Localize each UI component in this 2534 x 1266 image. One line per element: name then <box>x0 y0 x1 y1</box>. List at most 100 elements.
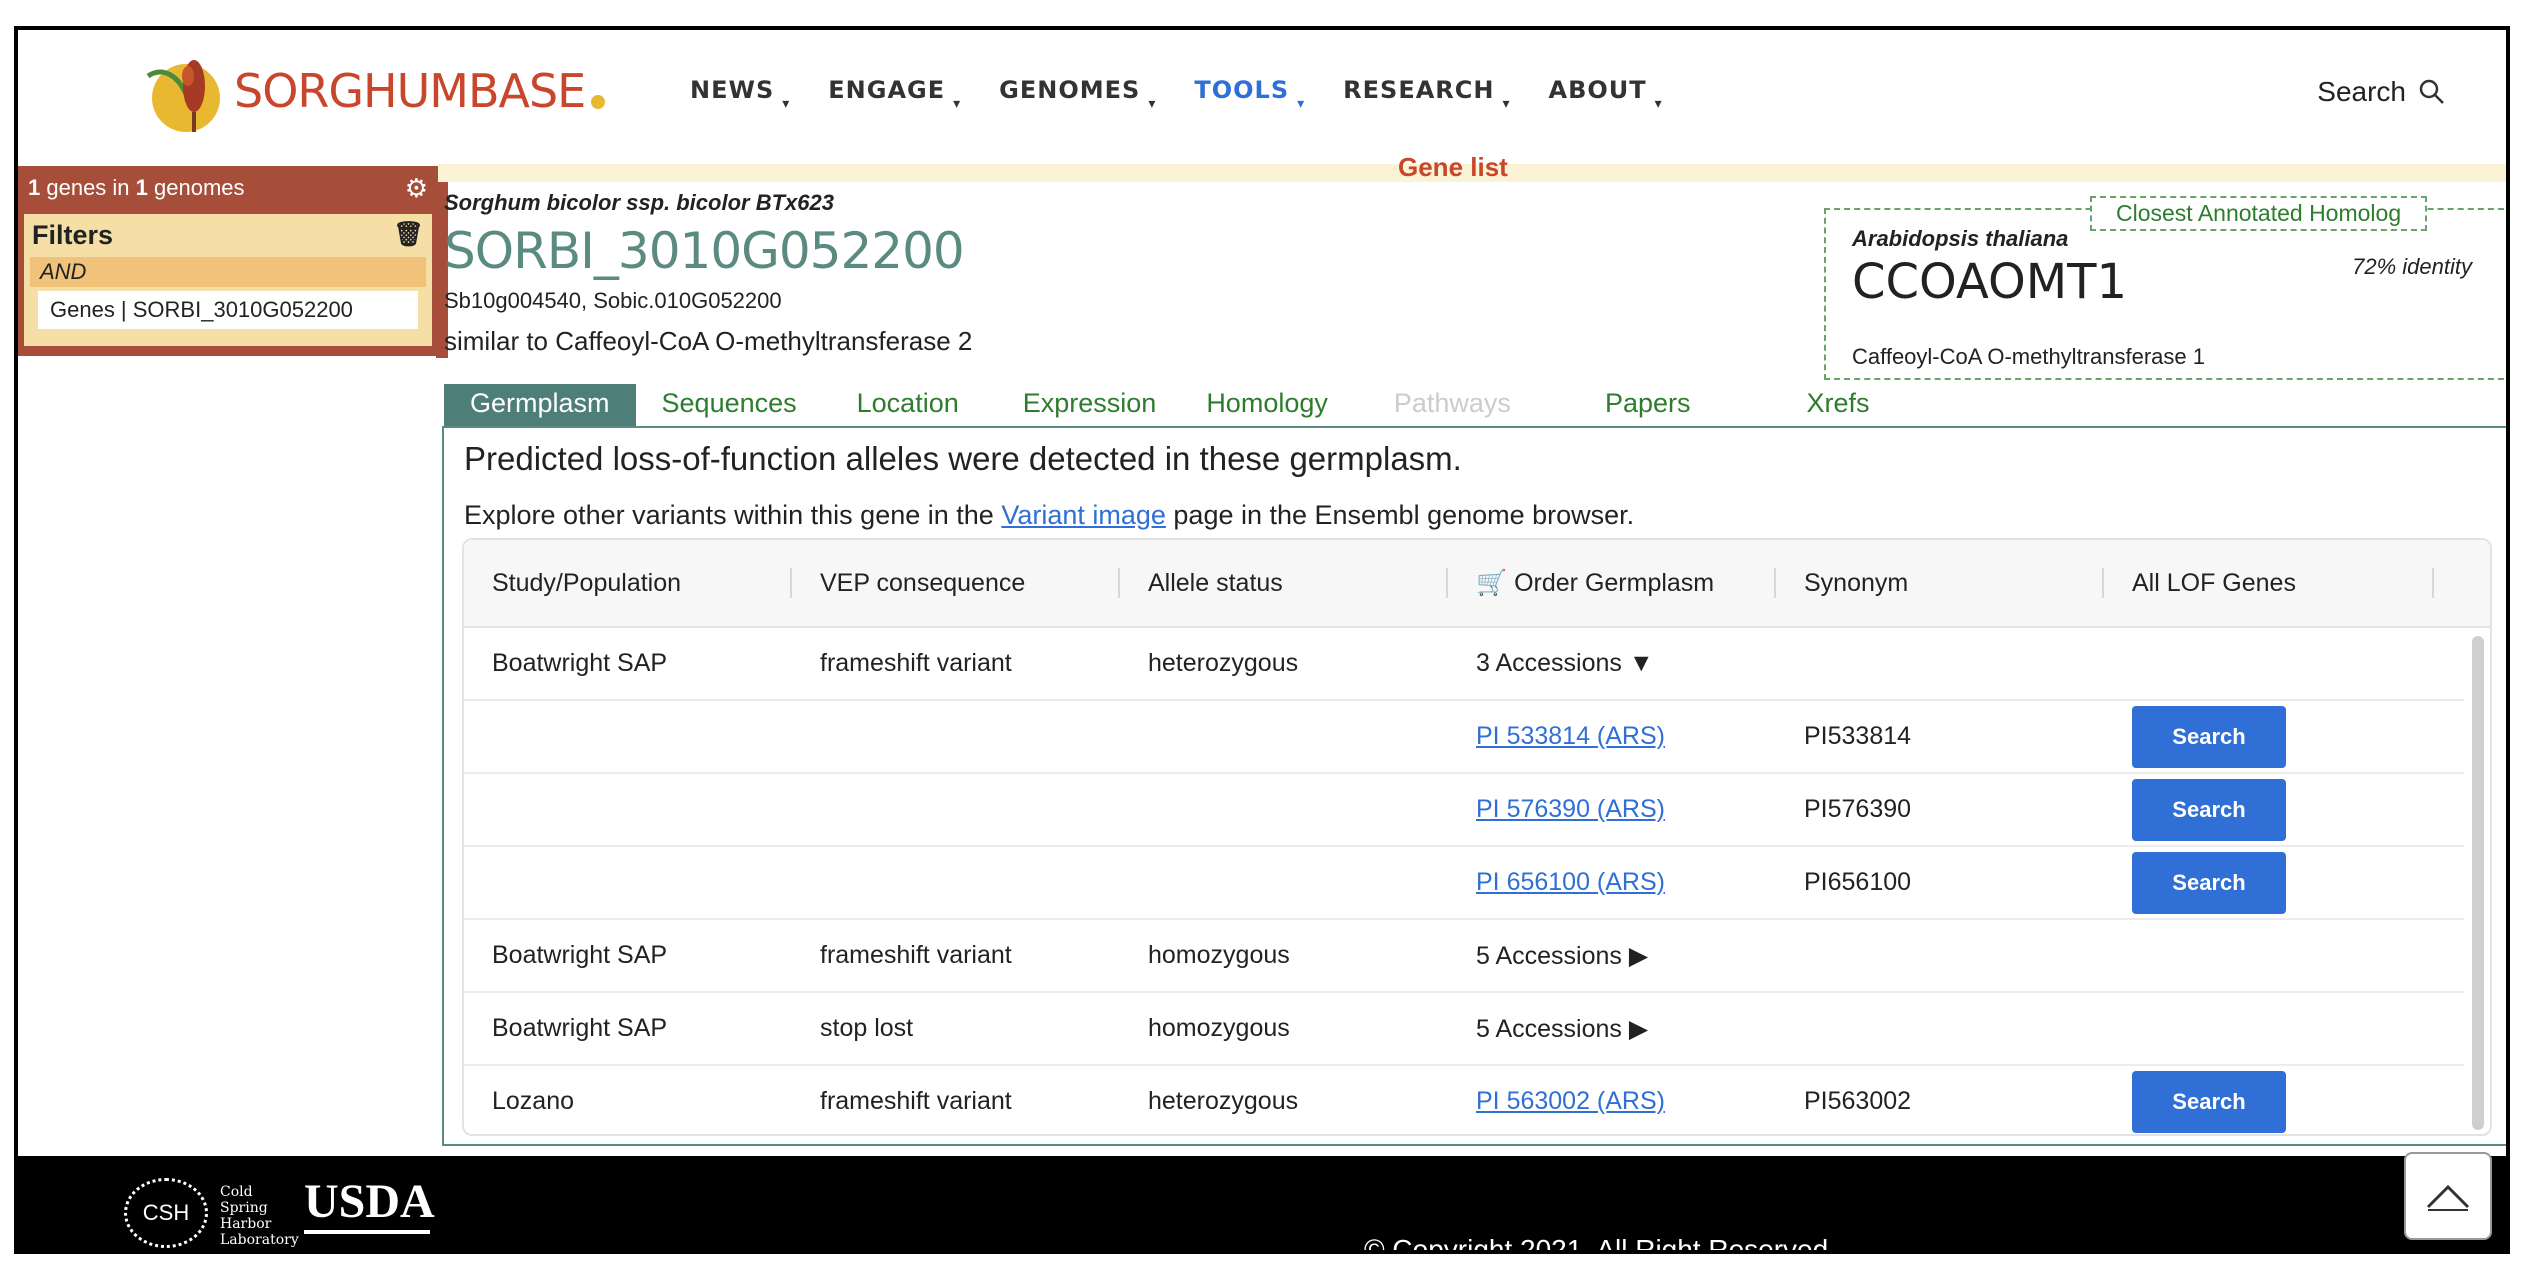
genes-text: genes in <box>40 175 136 200</box>
cell-study: Boatwright SAP <box>492 941 668 969</box>
tab-expression[interactable]: Expression <box>985 384 1183 426</box>
nav-news[interactable]: NEWS ▾ <box>690 76 790 112</box>
nav-research[interactable]: RESEARCH ▾ <box>1343 76 1510 112</box>
accession-link[interactable]: PI 576390 (ARS) <box>1476 795 1665 823</box>
usda-logo-lines <box>304 1230 430 1250</box>
table-row: Boatwright SAP frameshift variant hetero… <box>464 628 2464 701</box>
germplasm-heading: Predicted loss-of-function alleles were … <box>464 440 1462 477</box>
tab-pathways: Pathways <box>1393 388 1511 418</box>
site-header: SORGHUMBASE NEWS ▾ ENGAGE ▾ GENOMES ▾ TOOLS… <box>18 30 2506 160</box>
gene-header: Sorghum bicolor ssp. bicolor BTx623 SORB… <box>444 190 972 357</box>
main-nav: NEWS ▾ ENGAGE ▾ GENOMES ▾ TOOLS ▾ RESEARCH ▾ … <box>690 76 1701 112</box>
accession-link[interactable]: PI 533814 (ARS) <box>1476 722 1665 750</box>
col-synonym[interactable]: Synonym <box>1776 568 2104 598</box>
sorghum-logo-icon <box>138 46 228 136</box>
accessions-toggle[interactable]: 3 Accessions ▼ <box>1448 649 1776 678</box>
nav-about-label: ABOUT <box>1548 76 1647 104</box>
col-vep[interactable]: VEP consequence <box>792 568 1120 598</box>
csh-text-line: Cold <box>220 1184 253 1200</box>
chevron-down-icon: ▾ <box>782 96 791 112</box>
cell-order: PI 563002 (ARS) <box>1448 1087 1776 1116</box>
homolog-description: Caffeoyl-CoA O-methyltransferase 1 <box>1852 344 2205 369</box>
cell-order: PI 656100 (ARS) <box>1448 868 1776 897</box>
filters-box: Filters 🗑 AND Genes | SORBI_3010G052200 <box>24 214 432 346</box>
copyright-text: © Copyright 2021. All Right Reserved <box>1364 1234 1829 1254</box>
csh-text-line: Laboratory <box>220 1232 299 1248</box>
search-lof-button[interactable]: Search <box>2132 1070 2286 1133</box>
tab-sequences[interactable]: Sequences <box>636 384 823 426</box>
tab-homology[interactable]: Homology <box>1182 384 1354 426</box>
logo-text: SORGHUMBASE <box>234 64 586 118</box>
homolog-symbol[interactable]: CCOAOMT1 <box>1852 254 2127 310</box>
search-lof-button[interactable]: Search <box>2132 705 2286 768</box>
search-icon <box>2419 79 2444 104</box>
gene-description: similar to Caffeoyl-CoA O-methyltransfer… <box>444 326 973 356</box>
accessions-toggle[interactable]: 5 Accessions ▶ <box>1448 1014 1776 1044</box>
trash-icon[interactable]: 🗑 <box>394 220 424 251</box>
site-logo[interactable]: SORGHUMBASE <box>138 46 606 136</box>
site-footer: CSH Cold Spring Harbor Laboratory USDA ©… <box>18 1152 2506 1254</box>
cell-order: PI 576390 (ARS) <box>1448 795 1776 824</box>
nav-tools-label: TOOLS <box>1194 76 1290 104</box>
gene-species: Sorghum bicolor ssp. bicolor BTx623 <box>444 190 834 215</box>
cell-allele: homozygous <box>1148 941 1290 969</box>
gene-aliases: Sb10g004540, Sobic.010G052200 <box>444 288 782 313</box>
chevron-down-icon: ▾ <box>1654 96 1663 112</box>
table-row: PI 576390 (ARS) PI576390 Search <box>464 774 2464 847</box>
nav-genomes-label: GENOMES <box>999 76 1141 104</box>
filter-gene-item[interactable]: Genes | SORBI_3010G052200 <box>38 291 418 329</box>
usda-logo[interactable]: USDA <box>304 1174 435 1229</box>
variant-image-link[interactable]: Variant image <box>1001 500 1166 530</box>
search-lof-button[interactable]: Search <box>2132 778 2286 841</box>
table-row: Boatwright SAP frameshift variant homozy… <box>464 920 2464 993</box>
table-scrollbar[interactable] <box>2472 636 2484 1130</box>
genomes-count: 1 <box>135 175 148 200</box>
cart-icon: 🛒 <box>1476 569 1508 597</box>
tab-xrefs[interactable]: Xrefs <box>1717 384 1896 426</box>
col-order[interactable]: 🛒 Order Germplasm <box>1448 568 1776 598</box>
cell-allele: heterozygous <box>1148 649 1299 677</box>
scroll-to-top-button[interactable] <box>2404 1152 2492 1240</box>
nav-about[interactable]: ABOUT ▾ <box>1549 76 1663 112</box>
cell-lof: Search <box>2104 851 2434 914</box>
cell-study: Lozano <box>492 1087 575 1115</box>
table-body: Boatwright SAP frameshift variant hetero… <box>464 628 2464 1134</box>
chevron-down-icon: ▾ <box>1148 96 1157 112</box>
chevron-down-icon: ▾ <box>1502 96 1511 112</box>
tab-papers[interactable]: Papers <box>1537 384 1717 426</box>
cell-vep: stop lost <box>820 1014 914 1042</box>
table-row: Lozano frameshift variant heterozygous P… <box>464 1066 2464 1134</box>
cell-lof: Search <box>2104 1070 2434 1133</box>
genes-genomes-count: 1 genes in 1 genomes <box>28 175 245 201</box>
csh-text-line: Spring <box>220 1200 268 1216</box>
explore-before: Explore other variants within this gene … <box>464 500 1002 530</box>
table-row: PI 656100 (ARS) PI656100 Search <box>464 847 2464 920</box>
accessions-toggle[interactable]: 5 Accessions ▶ <box>1448 941 1776 971</box>
filters-summary: 1 genes in 1 genomes ⚙ <box>18 166 438 210</box>
homolog-species: Arabidopsis thaliana <box>1852 226 2069 251</box>
col-lof[interactable]: All LOF Genes <box>2104 568 2434 598</box>
col-allele[interactable]: Allele status <box>1120 568 1448 598</box>
nav-engage[interactable]: ENGAGE ▾ <box>828 76 961 112</box>
nav-genomes[interactable]: GENOMES ▾ <box>999 76 1156 112</box>
csh-text-line: Harbor <box>220 1216 272 1232</box>
chevron-down-icon: ▾ <box>953 96 962 112</box>
csh-logo-text: Cold Spring Harbor Laboratory <box>220 1184 299 1248</box>
search-lof-button[interactable]: Search <box>2132 851 2286 914</box>
nav-tools[interactable]: TOOLS ▾ <box>1194 76 1305 112</box>
cell-synonym: PI656100 <box>1804 868 1912 896</box>
header-search[interactable]: Search <box>2317 76 2446 108</box>
filters-title: Filters <box>32 220 114 250</box>
filters-panel: 1 genes in 1 genomes ⚙ Filters 🗑 AND Gen… <box>18 166 438 356</box>
nav-news-label: NEWS <box>690 76 775 104</box>
cell-synonym: PI533814 <box>1804 722 1912 750</box>
tab-location[interactable]: Location <box>823 384 985 426</box>
homolog-label: Closest Annotated Homolog <box>2090 196 2428 231</box>
accession-link[interactable]: PI 656100 (ARS) <box>1476 868 1665 896</box>
browser-frame: SORGHUMBASE NEWS ▾ ENGAGE ▾ GENOMES ▾ TOOLS… <box>14 26 2510 1254</box>
tab-germplasm[interactable]: Germplasm <box>444 384 636 426</box>
gear-icon[interactable]: ⚙ <box>405 173 428 204</box>
accession-link[interactable]: PI 563002 (ARS) <box>1476 1087 1665 1115</box>
csh-logo[interactable]: CSH <box>124 1178 208 1248</box>
col-study[interactable]: Study/Population <box>464 568 792 598</box>
